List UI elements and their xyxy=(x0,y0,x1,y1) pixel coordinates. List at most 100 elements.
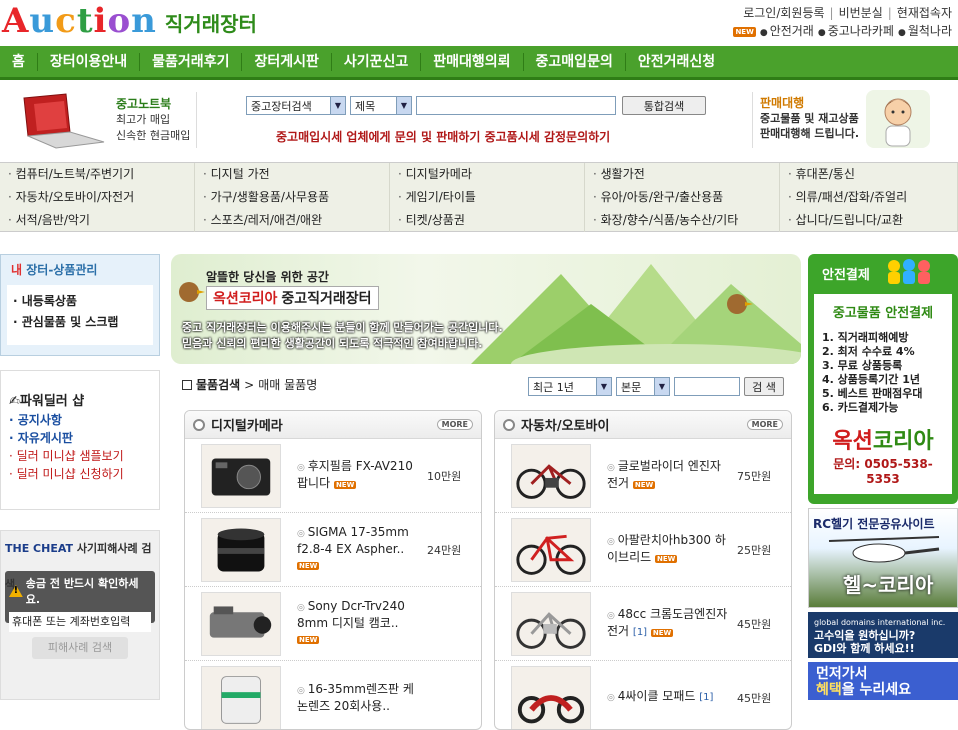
new-badge: NEW xyxy=(297,636,320,644)
nav-buy-inquiry[interactable]: 중고매입문의 xyxy=(524,52,626,71)
fishing-link[interactable]: ● 월척나라 xyxy=(898,22,952,42)
nav-reviews[interactable]: 물품거래후기 xyxy=(140,52,243,71)
notice-text[interactable]: 중고매입시세 업체에게 문의 및 판매하기 중고품시세 감정문의하기 xyxy=(276,128,610,145)
laptop-image[interactable] xyxy=(16,92,108,150)
list-search-input[interactable] xyxy=(674,377,740,396)
benefit-ad[interactable]: 먼저가서 혜택을 누리세요 xyxy=(808,662,958,700)
rc-heli-ad[interactable]: RC헬기 전문공유사이트 헬~코리아 xyxy=(808,508,958,608)
divider xyxy=(196,92,197,148)
product-title[interactable]: 16-35mm렌즈판 케논렌즈 20회사용.. xyxy=(297,682,414,713)
product-title[interactable]: 글로벌라이더 엔진자전거 xyxy=(607,459,721,490)
bullet-icon: ◎ xyxy=(607,693,618,703)
laptop-promo[interactable]: 중고노트북 최고가 매입 신속한 현금매입 xyxy=(116,96,190,144)
category-item[interactable]: 휴대폰/통신 xyxy=(780,163,958,186)
list-item[interactable]: ◎ 4싸이클 모패드 [1] 45만원 xyxy=(495,661,791,729)
chevron-down-icon: ▼ xyxy=(596,378,611,395)
product-thumbnail[interactable] xyxy=(201,665,281,729)
safe-item: 2. 최저 수수료 4% xyxy=(822,345,915,358)
list-item[interactable]: ◎ 48cc 크롬도금엔진자전거 [1] NEW 45만원 xyxy=(495,587,791,661)
more-button[interactable]: MORE xyxy=(746,419,783,430)
list-item[interactable]: ◎ SIGMA 17-35mm f2.8-4 EX Aspher.. NEW 24… xyxy=(185,513,481,587)
category-item[interactable]: 스포츠/레저/애견/애완 xyxy=(195,209,390,232)
power-dealer-title: ✍파워딜러 샵 xyxy=(9,394,85,409)
new-badge: NEW xyxy=(297,562,320,570)
agency-promo-line: 중고물품 및 재고상품 xyxy=(760,112,859,125)
category-item[interactable]: 티켓/상품권 xyxy=(390,209,585,232)
search-input[interactable] xyxy=(416,96,616,115)
category-item[interactable]: 게임기/타이틀 xyxy=(390,186,585,209)
main-nav: 홈 장터이용안내 물품거래후기 장터게시판 사기꾼신고 판매대행의뢰 중고매입문… xyxy=(0,46,958,80)
safe-payment-box[interactable]: 안전결제 중고물품 안전결제 1. 직거래피해예방 2. 최저 수수료 4% 3… xyxy=(808,254,958,504)
free-board-link[interactable]: · 자유게시판 xyxy=(9,429,151,447)
list-item[interactable]: ◎ 글로벌라이더 엔진자전거 NEW 75만원 xyxy=(495,439,791,513)
gdi-ad[interactable]: global domains international inc. 고수익을 원… xyxy=(808,612,958,658)
category-item[interactable]: 자동차/오토바이/자전거 xyxy=(0,186,195,209)
comment-count: [1] xyxy=(632,626,648,638)
product-thumbnail[interactable] xyxy=(201,443,281,508)
category-item[interactable]: 디지털 가전 xyxy=(195,163,390,186)
minishop-sample-link[interactable]: · 딜러 미니샵 샘플보기 xyxy=(9,447,151,465)
online-users-link[interactable]: 현재접속자 xyxy=(897,6,952,20)
category-item[interactable]: 디지털카메라 xyxy=(390,163,585,186)
safe-trade-link[interactable]: ● 안전거래 xyxy=(760,22,814,42)
nav-board[interactable]: 장터게시판 xyxy=(242,52,332,71)
bullet-icon: ◎ xyxy=(297,462,308,473)
list-item[interactable]: ◎ 후지필름 FX-AV210 팝니다 NEW 10만원 xyxy=(185,439,481,513)
list-item[interactable]: ◎ 16-35mm렌즈판 케논렌즈 20회사용.. xyxy=(185,661,481,729)
category-item[interactable]: 유아/아동/완구/출산용품 xyxy=(585,186,780,209)
category-item[interactable]: 컴퓨터/노트북/주변기기 xyxy=(0,163,195,186)
cheat-warning: ! 송금 전 반드시 확인하세요. xyxy=(9,575,151,607)
my-market-title: 내 장터-상품관리 xyxy=(11,263,98,277)
nav-home[interactable]: 홈 xyxy=(0,52,38,71)
product-thumbnail[interactable] xyxy=(201,517,281,582)
list-field-select[interactable]: 본문 ▼ xyxy=(616,377,670,396)
nav-sales-agency[interactable]: 판매대행의뢰 xyxy=(421,52,524,71)
cheat-search-button[interactable]: 피해사례 검색 xyxy=(32,637,128,659)
category-item[interactable]: 가구/생활용품/사무용품 xyxy=(195,186,390,209)
search-field-select[interactable]: 제목 ▼ xyxy=(350,96,412,115)
category-item[interactable]: 생활가전 xyxy=(585,163,780,186)
nav-fraud-report[interactable]: 사기꾼신고 xyxy=(332,52,422,71)
safe-phone: 문의: 0505-538-5353 xyxy=(833,457,933,486)
list-item[interactable]: ◎ Sony Dcr-Trv240 8mm 디지털 캠코.. NEW xyxy=(185,587,481,661)
product-title[interactable]: 4싸이클 모패드 xyxy=(618,689,696,703)
product-title[interactable]: Sony Dcr-Trv240 8mm 디지털 캠코.. xyxy=(297,599,405,630)
site-logo[interactable]: Auction 직거래장터 xyxy=(2,3,257,39)
password-link[interactable]: 비번분실 xyxy=(839,6,883,20)
list-item[interactable]: ◎ 아팔란치아hb300 하이브리드 NEW 25만원 xyxy=(495,513,791,587)
category-item[interactable]: 화장/향수/식품/농수산/기타 xyxy=(585,209,780,232)
helicopter-icon xyxy=(828,536,940,563)
list-search-button[interactable]: 검 색 xyxy=(744,377,784,396)
notice-link[interactable]: · 공지사항 xyxy=(9,411,151,429)
product-thumbnail[interactable] xyxy=(511,443,591,508)
login-link[interactable]: 로그인/회원등록 xyxy=(743,6,824,20)
list-breadcrumb: 물품검색 > 매매 물품명 xyxy=(182,376,317,393)
integrated-search-button[interactable]: 통합검색 xyxy=(622,96,706,115)
product-title[interactable]: SIGMA 17-35mm f2.8-4 EX Aspher.. xyxy=(297,525,409,556)
agency-promo-line: 판매대행해 드립니다. xyxy=(760,127,860,140)
nav-guide[interactable]: 장터이용안내 xyxy=(38,52,141,71)
cheat-search-input[interactable]: 휴대폰 또는 계좌번호입력 xyxy=(9,612,151,632)
product-thumbnail[interactable] xyxy=(511,591,591,656)
list-search-tools: 최근 1년 ▼ 본문 ▼ 검 색 xyxy=(528,377,784,396)
my-market-box: 내 장터-상품관리 · 내등록상품 · 관심물품 및 스크랩 xyxy=(0,254,160,356)
category-item[interactable]: 삽니다/드립니다/교환 xyxy=(780,209,958,232)
safe-payment-subtitle: 중고물품 안전결제 xyxy=(832,306,934,321)
product-thumbnail[interactable] xyxy=(511,665,591,729)
top-links: 로그인/회원등록 | 비번분실 | 현재접속자 xyxy=(743,6,952,20)
product-thumbnail[interactable] xyxy=(511,517,591,582)
minishop-apply-link[interactable]: · 딜러 미니샵 신청하기 xyxy=(9,465,151,483)
product-thumbnail[interactable] xyxy=(201,591,281,656)
search-scope-select[interactable]: 중고장터검색 ▼ xyxy=(246,96,346,115)
category-item[interactable]: 의류/패션/잡화/쥬얼리 xyxy=(780,186,958,209)
banner-description: 중고 직거래장터는 이용해주시는 분들이 함께 만들어가는 공간입니다. 믿음과 … xyxy=(182,321,503,350)
period-select[interactable]: 최근 1년 ▼ xyxy=(528,377,612,396)
favorites-link[interactable]: · 관심물품 및 스크랩 xyxy=(13,312,147,333)
agency-promo[interactable]: 판매대행 중고물품 및 재고상품 판매대행해 드립니다. xyxy=(760,96,859,141)
cafe-link[interactable]: ● 중고나라카페 xyxy=(818,22,894,42)
category-item[interactable]: 서적/음반/악기 xyxy=(0,209,195,232)
nav-safe-trade[interactable]: 안전거래신청 xyxy=(626,53,727,71)
more-button[interactable]: MORE xyxy=(436,419,473,430)
my-items-link[interactable]: · 내등록상품 xyxy=(13,291,147,312)
chevron-down-icon: ▼ xyxy=(330,97,345,114)
